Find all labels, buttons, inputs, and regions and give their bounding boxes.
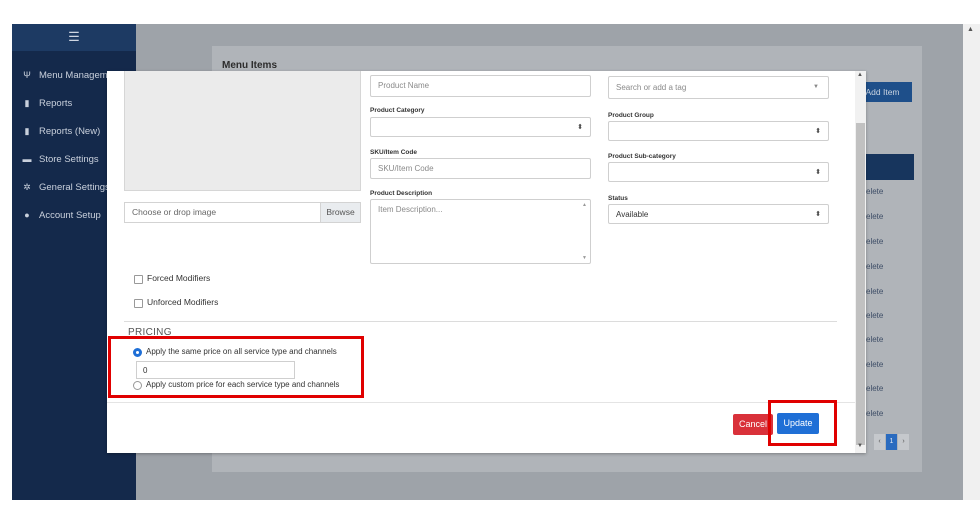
product-name-input[interactable]: Product Name (370, 75, 591, 97)
row-delete-link[interactable]: elete (866, 311, 883, 320)
menu-toggle-icon[interactable]: ☰ (67, 30, 81, 43)
forced-modifiers-label: Forced Modifiers (147, 273, 211, 283)
sidebar-item-label: General Settings (39, 182, 110, 193)
row-delete-link[interactable]: elete (866, 262, 883, 271)
sidebar-item-label: Store Settings (39, 154, 99, 165)
image-preview (124, 71, 361, 191)
footer-divider (107, 402, 855, 403)
pagination-page[interactable]: 1 (886, 434, 897, 450)
sidebar-item-label: Account Setup (39, 210, 101, 221)
browse-button[interactable]: Browse (320, 203, 360, 222)
row-delete-link[interactable]: elete (866, 237, 883, 246)
select-arrows-icon: ⬍ (815, 169, 821, 176)
page-scrollbar[interactable]: ▲ (963, 24, 980, 500)
status-value: Available (616, 210, 649, 219)
section-divider (124, 321, 837, 322)
forced-modifiers-checkbox[interactable] (134, 275, 143, 284)
scroll-up-icon[interactable]: ▲ (857, 72, 863, 78)
document-icon: ▮ (24, 98, 30, 108)
sku-input[interactable]: SKU/Item Code (370, 158, 591, 179)
product-category-label: Product Category (370, 107, 425, 114)
pricing-highlight-box (108, 336, 364, 398)
row-delete-link[interactable]: elete (866, 409, 883, 418)
image-upload-placeholder: Choose or drop image (132, 207, 217, 217)
fork-knife-icon: Ψ (23, 70, 31, 80)
row-delete-link[interactable]: elete (866, 384, 883, 393)
sidebar-item-label: Reports (New) (39, 126, 101, 137)
pagination-prev[interactable]: ‹ (874, 434, 885, 450)
image-upload-input[interactable]: Choose or drop image Browse (124, 202, 361, 223)
screen: ☰ Ψ Menu Management ▮ Reports ▮ Reports … (0, 0, 980, 516)
gear-icon: ✲ (23, 182, 31, 192)
row-delete-link[interactable]: elete (866, 360, 883, 369)
page-title: Menu Items (222, 60, 278, 71)
product-description-label: Product Description (370, 190, 433, 197)
scroll-down-icon[interactable]: ▼ (857, 443, 863, 449)
status-select[interactable]: Available ⬍ (608, 204, 829, 224)
product-group-select[interactable]: ⬍ (608, 121, 829, 141)
description-textarea[interactable]: Item Description... ▲ ▼ (370, 199, 591, 264)
product-subcategory-label: Product Sub-category (608, 153, 676, 160)
product-subcategory-select[interactable]: ⬍ (608, 162, 829, 182)
description-placeholder: Item Description... (378, 205, 443, 214)
update-highlight-box (768, 400, 837, 446)
tag-search-placeholder: Search or add a tag (616, 83, 687, 92)
select-arrows-icon: ⬍ (815, 211, 821, 218)
unforced-modifiers-label: Unforced Modifiers (147, 297, 219, 307)
scroll-up-icon: ▲ (582, 202, 587, 208)
row-delete-link[interactable]: elete (866, 187, 883, 196)
sidebar-header: ☰ (12, 24, 136, 51)
sidebar-item-label: Reports (39, 98, 73, 109)
product-category-select[interactable]: ⬍ (370, 117, 591, 137)
modal-scrollbar[interactable]: ▲ ▼ (855, 71, 866, 453)
tag-search-input[interactable]: Search or add a tag ▼ (608, 76, 829, 99)
pagination-next[interactable]: › (898, 434, 909, 450)
scrollbar-thumb[interactable] (856, 123, 865, 445)
row-delete-link[interactable]: elete (866, 212, 883, 221)
select-arrows-icon: ⬍ (577, 124, 583, 131)
user-icon: ● (24, 210, 30, 220)
row-delete-link[interactable]: elete (866, 287, 883, 296)
select-arrows-icon: ⬍ (815, 128, 821, 135)
pagination: ‹ 1 › (874, 434, 910, 450)
row-delete-link[interactable]: elete (866, 335, 883, 344)
scroll-up-icon[interactable]: ▲ (967, 26, 974, 33)
product-group-label: Product Group (608, 112, 654, 119)
sku-placeholder: SKU/Item Code (378, 164, 434, 173)
scroll-down-icon: ▼ (582, 255, 587, 261)
store-icon: ▬ (22, 154, 32, 164)
cancel-button[interactable]: Cancel (733, 414, 773, 435)
product-name-placeholder: Product Name (378, 81, 430, 90)
chevron-down-icon: ▼ (813, 84, 819, 90)
status-label: Status (608, 195, 628, 202)
document-icon: ▮ (24, 126, 30, 136)
unforced-modifiers-checkbox[interactable] (134, 299, 143, 308)
sku-label: SKU/Item Code (370, 149, 417, 156)
